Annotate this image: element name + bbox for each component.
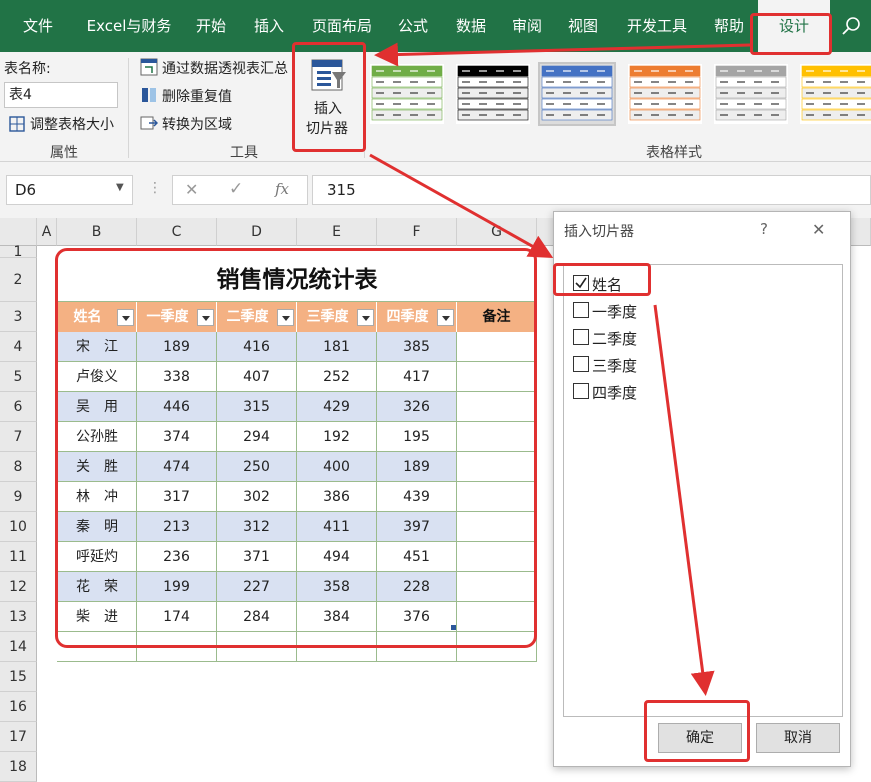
tab-insert[interactable]: 插入 — [246, 0, 292, 52]
table-style-option[interactable] — [370, 64, 444, 124]
remove-duplicates-icon — [142, 88, 156, 102]
row-header[interactable]: 1 — [0, 245, 37, 259]
highlight-table — [55, 248, 537, 648]
tab-review[interactable]: 审阅 — [504, 0, 550, 52]
group-styles-label: 表格样式 — [646, 145, 702, 161]
table-style-option[interactable] — [800, 64, 871, 124]
row-header[interactable]: 10 — [0, 512, 37, 542]
tab-home[interactable]: 开始 — [188, 0, 234, 52]
column-header[interactable]: F — [377, 218, 457, 246]
formula-bar: D6 ▼ ⋮ ✕ ✓ fx 315 — [0, 162, 871, 218]
field-checkbox-row[interactable]: 四季度 — [564, 381, 834, 403]
table-style-option[interactable] — [456, 64, 530, 124]
resize-table-button[interactable]: 调整表格大小 — [30, 114, 114, 134]
field-checkbox-row[interactable]: 二季度 — [564, 327, 834, 349]
group-separator — [128, 58, 129, 158]
group-properties-label: 属性 — [50, 145, 78, 161]
close-icon[interactable]: ✕ — [812, 220, 825, 239]
tab-developer[interactable]: 开发工具 — [618, 0, 696, 52]
tab-file[interactable]: 文件 — [14, 0, 62, 52]
row-header[interactable]: 8 — [0, 452, 37, 482]
cancel-button[interactable]: 取消 — [756, 723, 840, 753]
column-header[interactable]: D — [217, 218, 297, 246]
row-header[interactable]: 13 — [0, 602, 37, 632]
field-list: 姓名 一季度 二季度 三季度 四季度 — [563, 264, 843, 717]
row-header[interactable]: 2 — [0, 258, 37, 302]
enter-edit-icon[interactable]: ✓ — [229, 179, 243, 199]
convert-to-range-button[interactable]: 转换为区域 — [162, 114, 232, 134]
row-header[interactable]: 12 — [0, 572, 37, 602]
field-checkbox-row[interactable]: 一季度 — [564, 300, 834, 322]
tab-excel-finance[interactable]: Excel与财务 — [80, 0, 178, 52]
row-header[interactable]: 17 — [0, 722, 37, 752]
search-icon[interactable] — [841, 16, 861, 36]
tab-help[interactable]: 帮助 — [706, 0, 752, 52]
row-header[interactable]: 7 — [0, 422, 37, 452]
tab-view[interactable]: 视图 — [560, 0, 606, 52]
chevron-down-icon[interactable]: ▼ — [116, 182, 124, 193]
table-style-option[interactable] — [538, 62, 616, 126]
row-header[interactable]: 3 — [0, 302, 37, 332]
insert-function-icon[interactable]: fx — [275, 180, 289, 198]
table-name-label: 表名称: — [4, 61, 51, 77]
column-header[interactable]: C — [137, 218, 217, 246]
select-all-corner[interactable] — [0, 218, 37, 246]
row-header[interactable]: 11 — [0, 542, 37, 572]
checkbox[interactable] — [573, 356, 589, 372]
column-header[interactable]: A — [37, 218, 57, 246]
column-header[interactable]: B — [57, 218, 137, 246]
formula-input[interactable]: 315 — [312, 175, 871, 205]
remove-duplicates-button[interactable]: 删除重复值 — [162, 86, 232, 106]
field-label: 三季度 — [592, 357, 638, 375]
table-style-option[interactable] — [628, 64, 702, 124]
field-label: 一季度 — [592, 303, 638, 321]
checkbox[interactable] — [573, 329, 589, 345]
group-tools-label: 工具 — [230, 145, 258, 161]
highlight-design-tab — [750, 13, 832, 55]
highlight-insert-slicer — [292, 42, 366, 152]
ribbon-body: 表名称: 表4 调整表格大小 属性 通过数据透视表汇总 删除重复值 转换为区域 … — [0, 52, 871, 162]
highlight-ok-button — [644, 700, 750, 762]
row-header[interactable]: 14 — [0, 632, 37, 662]
field-checkbox-row[interactable]: 三季度 — [564, 354, 834, 376]
drag-handle-icon[interactable]: ⋮ — [148, 180, 162, 196]
help-icon[interactable]: ? — [760, 220, 768, 238]
column-header[interactable]: E — [297, 218, 377, 246]
formula-buttons: ✕ ✓ fx — [172, 175, 308, 205]
highlight-name-field — [553, 263, 651, 296]
field-label: 四季度 — [592, 384, 638, 402]
row-header[interactable]: 5 — [0, 362, 37, 392]
convert-range-icon — [140, 116, 158, 130]
row-header[interactable]: 6 — [0, 392, 37, 422]
cancel-edit-icon[interactable]: ✕ — [185, 180, 198, 199]
ribbon-tab-bar: 文件 Excel与财务 开始 插入 页面布局 公式 数据 审阅 视图 开发工具 … — [0, 0, 871, 52]
resize-table-icon — [9, 116, 25, 132]
field-label: 二季度 — [592, 330, 638, 348]
row-header[interactable]: 18 — [0, 752, 37, 782]
pivot-summary-button[interactable]: 通过数据透视表汇总 — [162, 58, 288, 78]
column-header[interactable]: G — [457, 218, 537, 246]
tab-data[interactable]: 数据 — [448, 0, 494, 52]
row-header[interactable]: 4 — [0, 332, 37, 362]
row-header[interactable]: 15 — [0, 662, 37, 692]
row-header[interactable]: 16 — [0, 692, 37, 722]
dialog-title: 插入切片器 — [564, 224, 634, 240]
table-style-option[interactable] — [714, 64, 788, 124]
checkbox[interactable] — [573, 302, 589, 318]
tab-formulas[interactable]: 公式 — [390, 0, 436, 52]
checkbox[interactable] — [573, 383, 589, 399]
table-name-input[interactable]: 表4 — [4, 82, 118, 108]
row-header[interactable]: 9 — [0, 482, 37, 512]
pivot-summary-icon — [140, 58, 158, 76]
name-box[interactable]: D6 — [6, 175, 133, 205]
